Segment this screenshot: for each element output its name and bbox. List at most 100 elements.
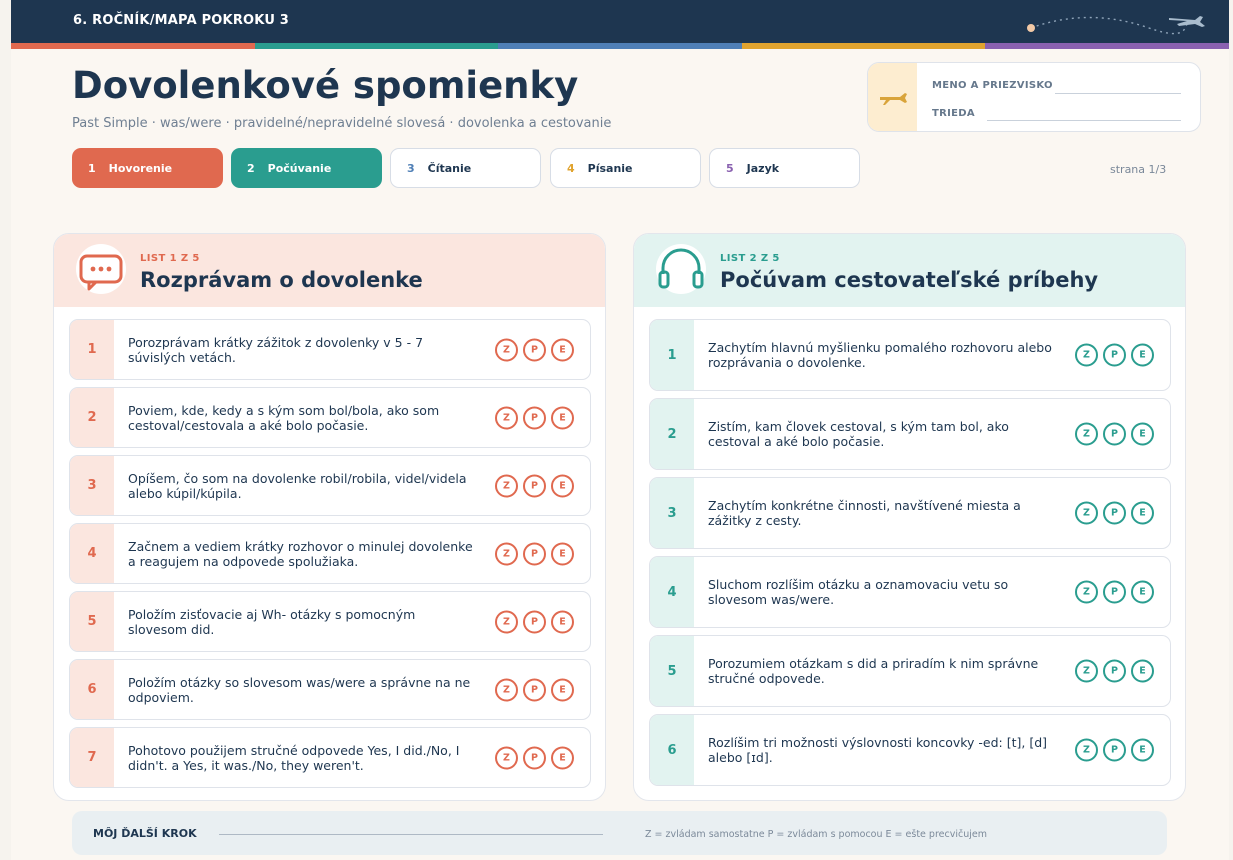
rating-e-circle[interactable]: E xyxy=(1131,738,1154,762)
namebox-icon-cell xyxy=(868,63,917,131)
item-text: Začnem a vediem krátky rozhovor o minule… xyxy=(128,538,473,569)
rating-p-circle[interactable]: P xyxy=(1103,738,1126,762)
rating-z-circle[interactable]: Z xyxy=(495,610,518,633)
listening-card-header: LIST 2 Z 5 Počúvam cestovateľské príbehy xyxy=(634,234,1185,307)
rating-e-circle[interactable]: E xyxy=(1131,501,1154,525)
tab-label: Čítanie xyxy=(427,161,472,175)
card-title: Rozprávam o dovolenke xyxy=(140,268,423,292)
rating-e-circle[interactable]: E xyxy=(551,542,574,565)
rating-z-circle[interactable]: Z xyxy=(495,406,518,429)
card-title: Počúvam cestovateľské príbehy xyxy=(720,268,1099,292)
listening-card: LIST 2 Z 5 Počúvam cestovateľské príbehy… xyxy=(633,233,1186,801)
item-number: 5 xyxy=(650,636,694,706)
rating-p-circle[interactable]: P xyxy=(523,610,546,633)
rating-z-circle[interactable]: Z xyxy=(1075,343,1098,367)
checklist-item: 2 Poviem, kde, kedy a s kým som bol/bola,… xyxy=(69,387,591,448)
item-text: Opíšem, čo som na dovolenke robil/robila… xyxy=(128,470,467,501)
checklist-item: 1 Porozprávam krátky zážitok z dovolenky … xyxy=(69,319,591,380)
checklist-item: 4 Sluchom rozlíšim otázku a oznamovaciu v… xyxy=(649,556,1171,628)
speech-bubble-icon xyxy=(79,254,123,291)
next-step-field[interactable] xyxy=(219,834,603,835)
rating-z-circle[interactable]: Z xyxy=(1075,659,1098,683)
rating-circles: ZPE xyxy=(1075,659,1154,683)
rating-e-circle[interactable]: E xyxy=(551,406,574,429)
tab-label: Hovorenie xyxy=(108,161,173,175)
card-kicker: LIST 2 Z 5 xyxy=(720,253,780,264)
headphones-icon xyxy=(658,248,704,289)
rating-z-circle[interactable]: Z xyxy=(495,746,518,769)
checklist-item: 7 Pohotovo použijem stručné odpovede Yes,… xyxy=(69,727,591,788)
page-number: strana 1/3 xyxy=(1110,163,1167,176)
rating-circles: ZPE xyxy=(1075,343,1154,367)
tab-number: 2 xyxy=(247,161,255,175)
rating-p-circle[interactable]: P xyxy=(523,406,546,429)
rating-p-circle[interactable]: P xyxy=(1103,343,1126,367)
item-text: Položím zisťovacie aj Wh- otázky s pomoc… xyxy=(128,606,416,637)
rating-e-circle[interactable]: E xyxy=(551,746,574,769)
tab-pisanie[interactable]: 4 Písanie xyxy=(550,148,701,188)
item-number: 4 xyxy=(70,524,114,583)
rating-e-circle[interactable]: E xyxy=(551,474,574,497)
checklist-item: 3 Zachytím konkrétne činnosti, navštívené… xyxy=(649,477,1171,549)
rating-e-circle[interactable]: E xyxy=(551,678,574,701)
rating-circles: ZPE xyxy=(495,746,574,769)
item-text: Pohotovo použijem stručné odpovede Yes, … xyxy=(128,742,460,773)
rating-p-circle[interactable]: P xyxy=(1103,580,1126,604)
rating-e-circle[interactable]: E xyxy=(1131,580,1154,604)
checklist-item: 5 Položím zisťovacie aj Wh- otázky s pomo… xyxy=(69,591,591,652)
checklist-item: 1 Zachytím hlavnú myšlienku pomalého rozh… xyxy=(649,319,1171,391)
rating-p-circle[interactable]: P xyxy=(523,746,546,769)
worksheet-page: 6. ROČNÍK/MAPA POKROKU 3 Dovolenkové spo… xyxy=(11,0,1229,860)
rating-p-circle[interactable]: P xyxy=(523,678,546,701)
rating-z-circle[interactable]: Z xyxy=(495,474,518,497)
item-text: Položím otázky so slovesom was/were a sp… xyxy=(128,674,471,705)
speaking-card-header: LIST 1 Z 5 Rozprávam o dovolenke xyxy=(54,234,605,307)
rating-z-circle[interactable]: Z xyxy=(1075,501,1098,525)
checklist-item: 6 Rozlíšim tri možnosti výslovnosti konco… xyxy=(649,714,1171,786)
rating-e-circle[interactable]: E xyxy=(1131,659,1154,683)
color-stripe xyxy=(11,43,1229,49)
item-number: 7 xyxy=(70,728,114,787)
airplane-icon xyxy=(880,93,907,105)
class-field[interactable] xyxy=(987,120,1181,121)
rating-z-circle[interactable]: Z xyxy=(1075,580,1098,604)
item-text: Sluchom rozlíšim otázku a oznamovaciu ve… xyxy=(708,577,1009,607)
rating-circles: ZPE xyxy=(1075,422,1154,446)
item-number: 3 xyxy=(650,478,694,548)
item-text: Zachytím konkrétne činnosti, navštívené … xyxy=(708,498,1021,528)
checklist-item: 4 Začnem a vediem krátky rozhovor o minul… xyxy=(69,523,591,584)
rating-z-circle[interactable]: Z xyxy=(1075,422,1098,446)
tab-label: Písanie xyxy=(587,161,633,175)
rating-p-circle[interactable]: P xyxy=(1103,659,1126,683)
item-number: 1 xyxy=(650,320,694,390)
rating-p-circle[interactable]: P xyxy=(1103,422,1126,446)
page-title: Dovolenkové spomienky xyxy=(72,64,579,107)
tab-jazyk[interactable]: 5 Jazyk xyxy=(709,148,860,188)
name-field[interactable] xyxy=(1055,93,1181,94)
rating-e-circle[interactable]: E xyxy=(1131,422,1154,446)
breadcrumb: 6. ROČNÍK/MAPA POKROKU 3 xyxy=(73,13,290,28)
rating-z-circle[interactable]: Z xyxy=(1075,738,1098,762)
tab-citanie[interactable]: 3 Čítanie xyxy=(390,148,541,188)
rating-z-circle[interactable]: Z xyxy=(495,542,518,565)
item-number: 6 xyxy=(650,715,694,785)
rating-z-circle[interactable]: Z xyxy=(495,678,518,701)
tab-label: Jazyk xyxy=(746,161,780,175)
rating-e-circle[interactable]: E xyxy=(551,610,574,633)
tab-pocuvanie[interactable]: 2 Počúvanie xyxy=(231,148,382,188)
checklist-item: 2 Zistím, kam človek cestoval, s kým tam … xyxy=(649,398,1171,470)
rating-p-circle[interactable]: P xyxy=(523,474,546,497)
item-text: Zachytím hlavnú myšlienku pomalého rozho… xyxy=(708,340,1052,370)
rating-e-circle[interactable]: E xyxy=(551,338,574,361)
rating-p-circle[interactable]: P xyxy=(523,338,546,361)
item-text: Rozlíšim tri možnosti výslovnosti koncov… xyxy=(708,735,1048,765)
rating-circles: ZPE xyxy=(1075,501,1154,525)
rating-circles: ZPE xyxy=(495,678,574,701)
rating-p-circle[interactable]: P xyxy=(523,542,546,565)
rating-p-circle[interactable]: P xyxy=(1103,501,1126,525)
rating-e-circle[interactable]: E xyxy=(1131,343,1154,367)
rating-z-circle[interactable]: Z xyxy=(495,338,518,361)
tab-number: 4 xyxy=(567,161,575,175)
tab-hovorenie[interactable]: 1 Hovorenie xyxy=(72,148,223,188)
tab-label: Počúvanie xyxy=(267,161,332,175)
